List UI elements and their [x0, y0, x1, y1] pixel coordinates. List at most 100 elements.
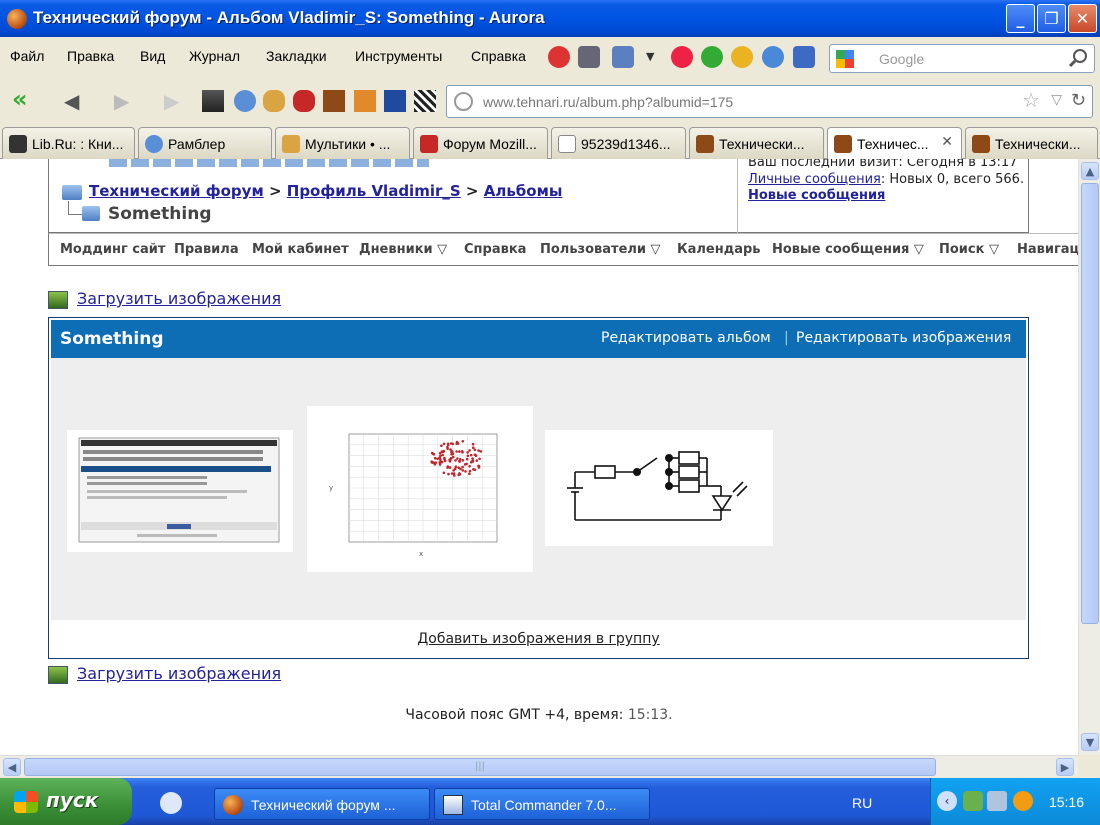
scroll-down-arrow-icon[interactable]: ▼: [1081, 733, 1099, 751]
scatter-dot: [466, 454, 470, 458]
tab-label: Рамблер: [168, 136, 226, 152]
edit-album-link[interactable]: Редактировать альбом: [601, 330, 771, 346]
tab-label: Технически...: [719, 136, 805, 152]
bookmark-flag-icon[interactable]: [414, 90, 436, 112]
private-messages-link[interactable]: Личные сообщения: [748, 172, 881, 187]
language-indicator[interactable]: RU: [852, 795, 872, 811]
undo-icon[interactable]: [612, 46, 634, 68]
menu-edit[interactable]: Правка: [67, 48, 114, 64]
site-identity-icon[interactable]: [454, 92, 473, 111]
thumbnail-circuit[interactable]: [545, 430, 773, 546]
tab-image[interactable]: 95239d1346...: [551, 127, 686, 159]
nav-new-posts[interactable]: Новые сообщения ▽: [772, 242, 924, 257]
add-to-group-link[interactable]: Добавить изображения в группу: [417, 631, 659, 647]
nav-rules[interactable]: Правила: [174, 242, 239, 257]
menu-bookmarks[interactable]: Закладки: [266, 48, 327, 64]
tab-libru[interactable]: Lib.Ru: : Кни...: [2, 127, 135, 159]
tab-tehnari-1[interactable]: Технически...: [689, 127, 824, 159]
bookmark-libru-icon[interactable]: [202, 90, 224, 112]
search-box[interactable]: Google: [829, 44, 1095, 73]
tab-close-icon[interactable]: ✕: [941, 134, 953, 150]
horizontal-scrollbar[interactable]: ◀ ||| ▶: [0, 755, 1078, 777]
scatter-dot: [468, 465, 471, 468]
nav-help[interactable]: Справка: [464, 242, 526, 257]
tab-cartoons[interactable]: Мультики • ...: [275, 127, 410, 159]
edit-images-link[interactable]: Редактировать изображения: [796, 330, 1011, 346]
menu-view[interactable]: Вид: [140, 48, 165, 64]
tab-label: Технически...: [995, 136, 1081, 152]
address-bar[interactable]: www.tehnari.ru/album.php?albumid=175 ☆ ▽…: [446, 85, 1093, 118]
quick-launch-icon[interactable]: [160, 792, 182, 814]
bookmark-cartoons-icon[interactable]: [263, 90, 285, 112]
taskbar-app-total-commander[interactable]: Total Commander 7.0...: [434, 788, 650, 820]
tab-mozilla-forum[interactable]: Форум Mozill...: [413, 127, 548, 159]
breadcrumb-forum-link[interactable]: Технический форум: [89, 182, 264, 200]
vertical-scrollbar[interactable]: ▲ ▼: [1078, 159, 1100, 755]
menu-history[interactable]: Журнал: [189, 48, 240, 64]
bookmark-tehnari-icon[interactable]: [323, 90, 345, 112]
nav-my-cabinet[interactable]: Мой кабинет: [252, 242, 349, 257]
thumbnail-screenshot[interactable]: [67, 430, 293, 552]
tab-tehnari-3[interactable]: Технически...: [965, 127, 1098, 159]
forward-button[interactable]: ▶: [114, 89, 129, 113]
nav-modding-site[interactable]: Моддинг сайт: [60, 242, 165, 257]
upload-images-link[interactable]: Загрузить изображения: [77, 664, 281, 683]
menu-tools[interactable]: Инструменты: [355, 48, 442, 64]
tray-app-icon[interactable]: [1013, 791, 1033, 811]
forward-disabled-icon: ▶: [164, 89, 180, 113]
reload-icon[interactable]: ↻: [1071, 90, 1086, 111]
home-back-icon[interactable]: «: [12, 85, 28, 113]
zoom-out-icon[interactable]: [671, 46, 693, 68]
bookmark-star-icon[interactable]: ☆: [1022, 88, 1040, 112]
rambler-icon: [145, 135, 163, 153]
tray-expand-icon[interactable]: ‹: [937, 791, 957, 811]
nav-calendar[interactable]: Календарь: [677, 242, 761, 257]
scatter-dot: [469, 453, 473, 457]
timezone-text: Часовой пояс GMT +4, время:: [405, 707, 624, 723]
zoom-in-icon[interactable]: [701, 46, 723, 68]
tab-tehnari-active[interactable]: Техничес... ✕: [827, 127, 962, 160]
scroll-up-arrow-icon[interactable]: ▲: [1081, 162, 1099, 180]
nav-navigation[interactable]: Навигац: [1017, 242, 1078, 257]
scatter-dot: [443, 458, 446, 461]
album-thumbnails: x y: [51, 358, 1026, 620]
puzzle-icon[interactable]: [578, 46, 600, 68]
back-button[interactable]: ◀: [64, 89, 79, 113]
bookmark-p-icon[interactable]: [384, 90, 406, 112]
taskbar-app-aurora[interactable]: Технический форум ...: [214, 788, 430, 820]
upload-images-link[interactable]: Загрузить изображения: [77, 289, 281, 308]
breadcrumb-profile-link[interactable]: Профиль Vladimir_S: [287, 182, 461, 200]
bookmark-mozilla-icon[interactable]: [293, 90, 315, 112]
menu-file[interactable]: Файл: [10, 48, 44, 64]
scroll-left-arrow-icon[interactable]: ◀: [3, 758, 21, 776]
vertical-scroll-thumb[interactable]: [1081, 183, 1099, 624]
nav-diaries[interactable]: Дневники ▽: [359, 242, 447, 257]
menu-help[interactable]: Справка: [471, 48, 526, 64]
tab-rambler[interactable]: Рамблер: [138, 127, 272, 159]
nav-search[interactable]: Поиск ▽: [939, 242, 999, 257]
search-icon[interactable]: [1068, 48, 1088, 68]
edit-icon[interactable]: [793, 46, 815, 68]
start-button[interactable]: пуск: [0, 778, 132, 825]
new-posts-link[interactable]: Новые сообщения: [748, 188, 885, 203]
tray-computer-icon[interactable]: [987, 791, 1007, 811]
minimize-button[interactable]: _: [1006, 4, 1035, 33]
scatter-dot: [446, 466, 449, 469]
ie-icon[interactable]: [762, 46, 784, 68]
history-dropdown-icon[interactable]: ▽: [1051, 92, 1062, 108]
breadcrumb-albums-link[interactable]: Альбомы: [484, 182, 563, 200]
album-panel: Something Редактировать альбом | Редакти…: [48, 317, 1029, 659]
addon-icon[interactable]: [548, 46, 570, 68]
zoom-reset-icon[interactable]: [731, 46, 753, 68]
scroll-right-arrow-icon[interactable]: ▶: [1056, 758, 1074, 776]
tray-network-icon[interactable]: [963, 791, 983, 811]
bookmark-rambler-icon[interactable]: [234, 90, 256, 112]
maximize-button[interactable]: ❐: [1037, 4, 1066, 33]
bookmark-user-icon[interactable]: [354, 90, 376, 112]
horizontal-scroll-thumb[interactable]: |||: [24, 758, 936, 776]
nav-users[interactable]: Пользователи ▽: [540, 242, 661, 257]
document-icon: [558, 135, 576, 153]
thumbnail-scatter-plot[interactable]: x y: [307, 406, 533, 572]
close-button[interactable]: ✕: [1068, 4, 1097, 33]
dropdown-arrow-icon[interactable]: ▼: [646, 50, 658, 63]
